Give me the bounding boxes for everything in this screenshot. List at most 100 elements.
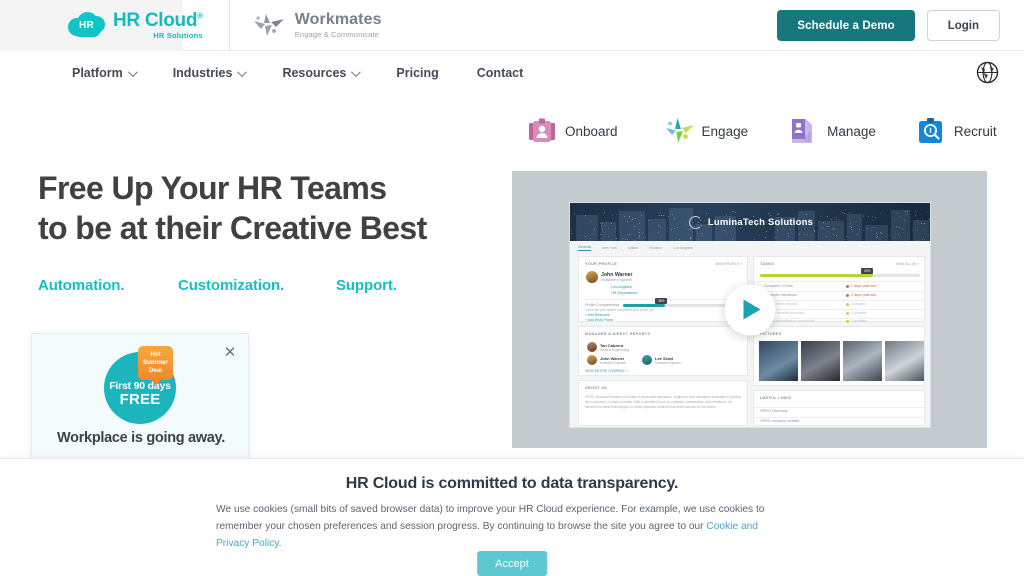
product-links: Onboard Engage Manage Recruit: [520, 110, 990, 152]
onboard-badge-icon: [528, 117, 556, 145]
pictures-card-title: PICTURES: [760, 332, 782, 336]
nav-item-resources[interactable]: Resources: [282, 66, 358, 80]
registered-mark: ®: [197, 12, 203, 21]
picture-thumb[interactable]: [885, 341, 924, 381]
picture-thumb[interactable]: [843, 341, 882, 381]
task-row-status: 2 days past due: [851, 293, 876, 297]
hero-section: Free Up Your HR Teams to be at their Cre…: [38, 168, 498, 294]
hrcloud-logo[interactable]: HR HR Cloud® HR Solutions: [68, 11, 203, 40]
useful-link-row[interactable]: OPRO Facebook: [760, 409, 787, 413]
profile-add-work-phone[interactable]: + Add Work Phone: [585, 318, 613, 322]
view-entire-company-link[interactable]: VIEW ENTIRE COMPANY >: [585, 369, 628, 373]
promo-deal-badge: Hot Summer Deal: [138, 346, 173, 380]
nav-label-platform: Platform: [72, 66, 123, 80]
nav-item-contact[interactable]: Contact: [477, 66, 524, 80]
product-engage[interactable]: Engage: [665, 117, 749, 145]
dashboard-tab-houston[interactable]: Houston: [649, 246, 662, 250]
brand-group: HR HR Cloud® HR Solutions Workmates Enga…: [68, 0, 382, 51]
links-card-title: USEFUL LINKS: [760, 396, 791, 400]
product-manage[interactable]: Manage: [790, 117, 876, 145]
about-card-body: OPRO Technical Solutions is a team of pa…: [585, 395, 743, 409]
login-button[interactable]: Login: [927, 10, 1000, 41]
task-row-status: Complete: [851, 311, 866, 315]
nav-item-industries[interactable]: Industries: [173, 66, 245, 80]
company-logo-icon: [689, 216, 702, 229]
dashboard-tabs: General New York Dallas Houston Los Ange…: [578, 243, 924, 252]
dashboard-tab-new-york[interactable]: New York: [602, 246, 617, 250]
avatar: [587, 355, 597, 365]
dashboard-pictures-card: PICTURES: [753, 326, 925, 386]
cookie-body-end: .: [279, 538, 282, 549]
promo-offer-line2: FREE: [120, 392, 161, 408]
dashboard-tab-general[interactable]: General: [578, 245, 591, 251]
dashboard-tab-dallas[interactable]: Dallas: [628, 246, 638, 250]
workmates-logo[interactable]: Workmates Engage & Communicate: [252, 12, 382, 40]
hero-feature-customization: Customization.: [178, 277, 336, 294]
nav-label-industries: Industries: [173, 66, 233, 80]
task-row-status: 2 days past due: [851, 284, 876, 288]
profile-card-title: YOUR PROFILE: [585, 262, 617, 266]
topbar-actions: Schedule a Demo Login: [777, 0, 1000, 51]
promo-badge-line3: Deal: [149, 367, 162, 375]
schedule-demo-button[interactable]: Schedule a Demo: [777, 10, 914, 41]
product-onboard[interactable]: Onboard: [528, 117, 618, 145]
workmates-title: Workmates: [295, 12, 382, 28]
promo-badge-line2: Summer: [143, 359, 168, 367]
profile-department: HR Department: [611, 291, 637, 295]
product-label-engage: Engage: [702, 124, 749, 139]
manager-card-title: MANAGER & DIRECT REPORTS: [585, 332, 650, 336]
cookie-body-text: We use cookies (small bits of saved brow…: [216, 504, 764, 532]
play-button[interactable]: [724, 284, 775, 335]
cookie-banner: HR Cloud is committed to data transparen…: [0, 458, 1024, 576]
chevron-down-icon: [128, 67, 138, 77]
product-recruit[interactable]: Recruit: [917, 117, 997, 145]
tasks-view-all-link[interactable]: VIEW ALL (5) >: [896, 262, 919, 266]
hrcloud-mark-text: HR: [68, 12, 105, 39]
hero-heading-line1: Free Up Your HR Teams: [38, 170, 386, 206]
manager-role: Head of Engineering: [600, 348, 629, 352]
nav-label-resources: Resources: [282, 66, 346, 80]
task-row-status: Complete: [851, 302, 866, 306]
manage-document-icon: [790, 117, 818, 145]
top-bar: HR HR Cloud® HR Solutions Workmates Enga…: [0, 0, 1024, 51]
hrcloud-cloud-icon: HR: [68, 12, 105, 39]
workmates-subtitle: Engage & Communicate: [295, 31, 382, 39]
dashboard-manager-card: MANAGER & DIRECT REPORTS Tan Cabrera Hea…: [578, 326, 748, 376]
product-label-onboard: Onboard: [565, 124, 618, 139]
promo-badge-line1: Hot: [150, 351, 160, 359]
profile-view-link[interactable]: VIEW PROFILE >: [715, 262, 742, 266]
globe-icon[interactable]: [976, 61, 999, 84]
hero-feature-list: Automation. Customization. Support.: [38, 277, 498, 294]
tasks-progress-fill: [760, 274, 873, 277]
main-nav: Platform Industries Resources Pricing Co…: [0, 51, 1024, 95]
useful-link-row[interactable]: OPRO company website: [760, 419, 799, 423]
page-root: HR HR Cloud® HR Solutions Workmates Enga…: [0, 0, 1024, 576]
nav-item-platform[interactable]: Platform: [72, 66, 135, 80]
nav-label-pricing: Pricing: [396, 66, 438, 80]
product-label-manage: Manage: [827, 124, 876, 139]
dashboard-profile-card: YOUR PROFILE VIEW PROFILE > John Warner …: [578, 256, 748, 322]
dashboard-tab-los-angeles[interactable]: Los Angeles: [673, 246, 693, 250]
play-icon: [744, 300, 761, 320]
profile-completeness-label: Profile Completeness: [585, 303, 619, 307]
close-icon[interactable]: ✕: [222, 345, 238, 361]
nav-label-contact: Contact: [477, 66, 524, 80]
hrcloud-title: HR Cloud: [113, 10, 197, 31]
picture-thumb[interactable]: [801, 341, 840, 381]
page-title: Free Up Your HR Teams to be at their Cre…: [38, 168, 498, 249]
dashboard-banner-image: LuminaTech Solutions: [570, 203, 931, 241]
nav-item-pricing[interactable]: Pricing: [396, 66, 438, 80]
hero-video[interactable]: LuminaTech Solutions General New York Da…: [512, 171, 987, 448]
dashboard-company-name-wrap: LuminaTech Solutions: [570, 203, 931, 241]
report-role: Software Engineer: [655, 361, 681, 365]
chevron-down-icon: [351, 67, 361, 77]
dashboard-about-card: ABOUT US OPRO Technical Solutions is a t…: [578, 380, 748, 426]
report-role: Software Engineer: [600, 361, 626, 365]
promo-tagline: Workplace is going away.: [32, 430, 249, 446]
profile-add-nickname[interactable]: + Add Nickname: [585, 313, 610, 317]
cookie-banner-title: HR Cloud is committed to data transparen…: [0, 475, 1024, 493]
promo-popup: ✕ First 90 days FREE Hot Summer Deal Wor…: [31, 333, 249, 460]
accept-cookies-button[interactable]: Accept: [477, 551, 547, 576]
nav-items: Platform Industries Resources Pricing Co…: [72, 66, 561, 80]
picture-thumb[interactable]: [759, 341, 798, 381]
